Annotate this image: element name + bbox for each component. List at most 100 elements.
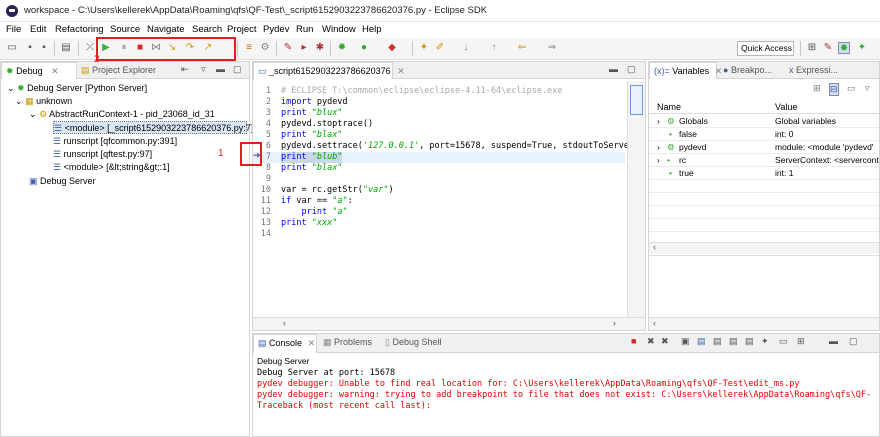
menu-search[interactable]: Search [192,24,222,35]
scroll-right-icon[interactable]: › [613,318,616,328]
show-logical-icon[interactable]: ⊟ [829,83,839,96]
maximize-icon[interactable]: ▢ [627,64,636,75]
variable-row[interactable]: • true int: 1 [649,167,879,180]
terminate-icon[interactable]: ■ [631,336,636,346]
minimize-icon[interactable]: ▬ [609,64,618,74]
open-console-icon[interactable]: ⊞ [797,336,805,347]
skip-breakpoints-icon[interactable]: ⤫ [84,42,96,54]
stack-frame-icon: ☰ [53,136,62,146]
scroll-left-icon[interactable]: ‹ [653,242,656,252]
menu-pydev[interactable]: Pydev [263,24,289,35]
show-stdout-icon[interactable]: ▤ [729,336,738,347]
tab-project-explorer[interactable]: ▤ Project Explorer [77,62,173,79]
scroll-left-icon[interactable]: ‹ [653,318,656,328]
open-type-icon[interactable]: ✐ [434,42,446,54]
remove-launch-icon[interactable]: ✖ [647,336,655,347]
menu-file[interactable]: File [6,24,21,35]
variable-row[interactable]: › • rc ServerContext: <servercont [649,154,879,167]
tab-console[interactable]: ▤ Console ✕ [253,334,317,353]
collapse-icon[interactable]: ⇤ [181,64,189,75]
open-perspective-icon[interactable]: ⊞ [806,42,818,54]
new-project-icon[interactable]: ✦ [418,42,430,54]
variable-row[interactable]: › ⚙ pydevd module: <module 'pydevd' [649,141,879,154]
variable-row[interactable]: › ⚙ Globals Global variables [649,115,879,128]
console-line: pydev debugger: warning: trying to add b… [257,390,872,400]
tab-debug-shell[interactable]: ▯ Debug Shell [381,334,451,351]
word-wrap-icon[interactable]: ▤ [713,336,722,347]
new-icon[interactable]: ▭ [6,42,18,54]
external-tools-icon[interactable]: ◆ [386,42,398,54]
pydev-run-icon[interactable]: ▸ [298,42,310,54]
tree-item-debug-server-2[interactable]: ▣ Debug Server [29,175,96,188]
stack-frame-runscript-qfcommon[interactable]: ☰ runscript [qfcommon.py:391] [53,135,177,148]
tab-breakpoints[interactable]: ● Breakpo... [719,62,783,79]
view-menu-icon[interactable]: ▿ [201,64,206,75]
maximize-icon[interactable]: ▢ [849,336,858,347]
perspective-other-icon[interactable]: ✦ [856,42,868,54]
run-icon[interactable]: ● [358,42,370,54]
pin-console-icon[interactable]: ✦ [761,336,769,347]
save-icon[interactable]: ▪ [24,42,36,54]
tab-expressions[interactable]: x Expressi... [785,62,861,79]
close-icon[interactable]: ✕ [397,66,405,76]
print-icon[interactable]: ▤ [60,42,72,54]
variable-detail-pane[interactable] [649,255,879,317]
back-icon[interactable]: ⇐ [516,42,528,54]
scroll-left-icon[interactable]: ‹ [283,318,286,328]
save-all-icon[interactable]: ▪ [38,42,50,54]
view-menu-icon[interactable]: ▿ [865,83,870,94]
process-icon: ▦ [25,96,34,106]
minimize-icon[interactable]: ▬ [216,64,225,74]
console-output[interactable]: Debug Server at port: 15678 pydev debugg… [253,368,879,436]
editor-vertical-scrollbar[interactable] [627,81,645,317]
display-console-icon[interactable]: ▭ [779,336,788,347]
pydev-debug-icon[interactable]: ✱ [314,42,326,54]
menu-refactoring[interactable]: Refactoring [55,24,104,35]
menu-edit[interactable]: Edit [30,24,46,35]
menu-run[interactable]: Run [296,24,313,35]
code-area[interactable]: 1 # ECLIPSE T:\common\eclipse\eclipse-4.1… [253,81,634,317]
stack-frame-module[interactable]: ☰ <module> [_script6152903223786620376.p… [53,121,253,134]
run-config-icon[interactable]: ≡ [243,42,255,54]
menu-navigate[interactable]: Navigate [147,24,185,35]
forward-icon[interactable]: ⇒ [546,42,558,54]
debug-icon[interactable]: ✹ [336,42,348,54]
perspective-debug-icon[interactable]: ✹ [838,42,850,54]
next-annotation-icon[interactable]: ↓ [460,42,472,54]
editor-horizontal-scrollbar[interactable]: ‹ › [253,317,645,330]
quick-access-field[interactable]: Quick Access [737,41,794,56]
close-icon[interactable]: ✕ [51,66,59,76]
tab-debug[interactable]: ✹ Debug ✕ [1,62,77,79]
variables-view: (x)= Variables ✕ ● Breakpo... x Expressi… [648,61,880,331]
menu-window[interactable]: Window [322,24,356,35]
show-stderr-icon[interactable]: ▤ [745,336,754,347]
variable-row[interactable]: • false int: 0 [649,128,879,141]
tree-item-unknown[interactable]: ⌄ ▦ unknown [15,95,72,108]
stack-frame-runscript-qftest[interactable]: ☰ runscript [qftest.py:97] [53,148,152,161]
perspective-pydev-icon[interactable]: ✎ [822,42,834,54]
detail-horizontal-scrollbar[interactable]: ‹ [649,317,879,330]
scroll-thumb[interactable] [630,85,643,115]
maximize-icon[interactable]: ▢ [233,64,242,75]
remove-all-icon[interactable]: ✖ [661,336,669,347]
tree-item-thread[interactable]: ⌄ ⚙ AbstractRunContext-1 - pid_23068_id_… [29,108,215,121]
clear-console-icon[interactable]: ▣ [681,336,690,347]
minimize-icon[interactable]: ▬ [829,336,838,346]
prev-annotation-icon[interactable]: ↑ [488,42,500,54]
variables-horizontal-scrollbar[interactable]: ‹ [649,242,879,254]
stack-frame-string[interactable]: ☰ <module> [&lt;string&gt;:1] [53,161,170,174]
close-icon[interactable]: ✕ [308,338,316,348]
menu-project[interactable]: Project [227,24,257,35]
pydev-icon[interactable]: ✎ [282,42,294,54]
scroll-lock-icon[interactable]: ▤ [697,336,706,347]
menu-help[interactable]: Help [362,24,382,35]
title-bar: workspace - C:\Users\kellerek\AppData\Ro… [0,0,880,22]
show-type-icon[interactable]: ⊞ [813,83,821,94]
tab-problems[interactable]: ▦ Problems [319,334,379,351]
toggle-icon[interactable]: ⚙ [259,42,271,54]
tree-item-debug-server[interactable]: ⌄ ✹ Debug Server [Python Server] [7,82,147,95]
menu-source[interactable]: Source [110,24,140,35]
tab-variables[interactable]: (x)= Variables ✕ [649,62,722,79]
tab-editor-file[interactable]: ▭ _script6152903223786620376 ✕ [253,62,405,79]
collapse-all-icon[interactable]: ▭ [847,83,856,94]
